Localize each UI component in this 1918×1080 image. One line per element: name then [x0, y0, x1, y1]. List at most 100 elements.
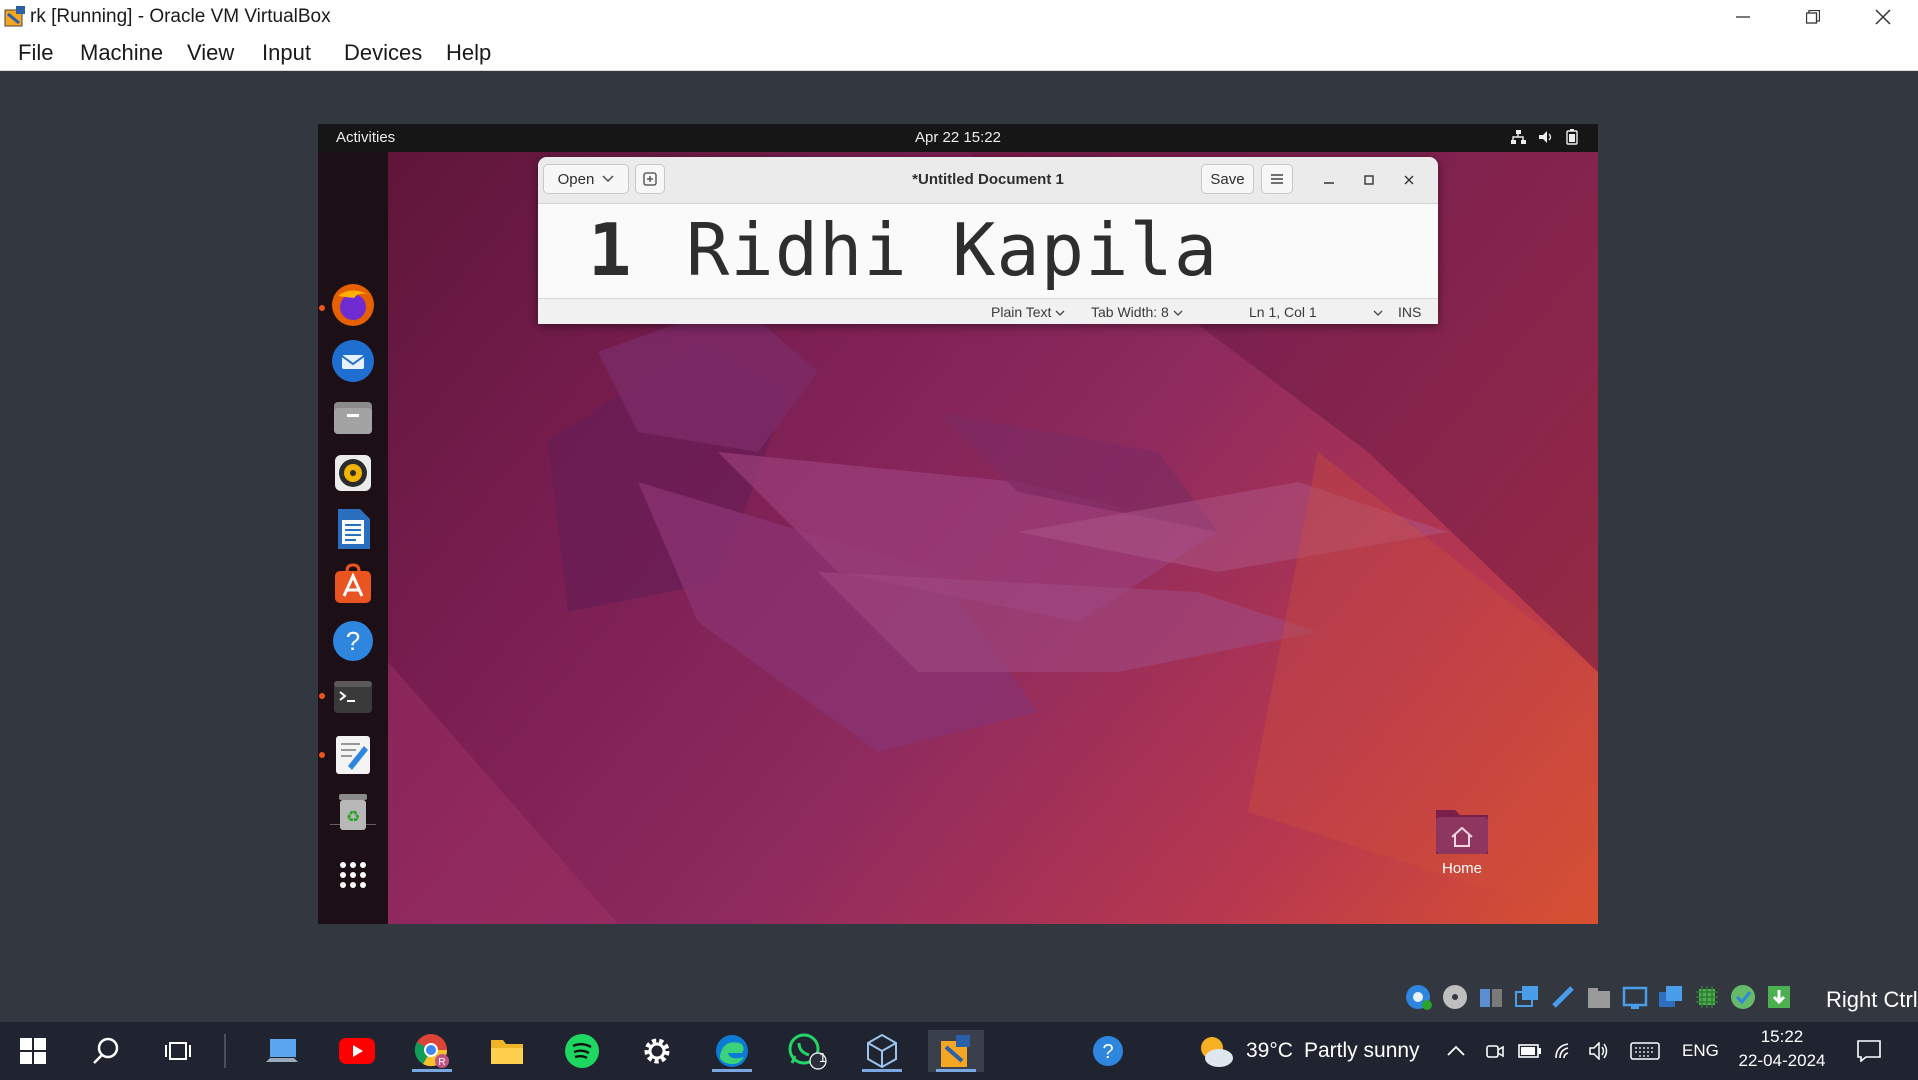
menu-input[interactable]: Input: [262, 40, 311, 66]
save-label: Save: [1210, 170, 1245, 188]
trash-icon: ♻: [339, 794, 367, 830]
show-hidden-icons-button[interactable]: [1440, 1030, 1472, 1072]
dock-rhythmbox[interactable]: [326, 446, 380, 500]
search-button[interactable]: [78, 1030, 134, 1072]
editor-minimize-button[interactable]: [1316, 167, 1342, 193]
close-window-button[interactable]: [1848, 0, 1918, 33]
cursor-position-selector[interactable]: Ln 1, Col 1: [1249, 304, 1383, 320]
weather-condition[interactable]: Partly sunny: [1304, 1039, 1420, 1063]
display-icon[interactable]: [1621, 983, 1649, 1011]
taskbar-whatsapp[interactable]: 1: [779, 1030, 835, 1072]
chevron-down-icon: [1055, 310, 1065, 316]
main-menu-button[interactable]: [1261, 164, 1293, 194]
dock-libreoffice-writer[interactable]: [326, 502, 380, 556]
dock-text-editor[interactable]: [326, 728, 380, 782]
audio-icon[interactable]: [1477, 983, 1505, 1011]
taskbar-chrome[interactable]: R: [404, 1030, 460, 1072]
taskbar-virtualbox-vm[interactable]: [928, 1030, 984, 1072]
dock-app-center[interactable]: [326, 558, 380, 612]
dock-files[interactable]: [326, 390, 380, 444]
action-center-button[interactable]: [1846, 1030, 1892, 1072]
active-indicator: [862, 1069, 902, 1072]
menu-file[interactable]: File: [18, 40, 53, 66]
virtualbox-vm-icon: [941, 1035, 970, 1067]
network-adapter-icon[interactable]: [1513, 983, 1541, 1011]
minimize-button[interactable]: [1708, 0, 1778, 33]
menu-view[interactable]: View: [187, 40, 234, 66]
chevron-down-icon: [1173, 310, 1183, 316]
svg-text:?: ?: [346, 626, 360, 656]
menu-devices[interactable]: Devices: [344, 40, 422, 66]
editor-status-bar: Plain Text Tab Width: 8 Ln 1, Col 1 INS: [538, 298, 1438, 324]
taskbar-virtualbox-manager[interactable]: [854, 1030, 910, 1072]
home-label: Home: [1441, 860, 1482, 877]
editor-close-button[interactable]: [1396, 167, 1422, 193]
taskbar-edge[interactable]: [704, 1030, 760, 1072]
home-folder-icon: [1436, 810, 1488, 854]
desktop-home-icon[interactable]: Home: [1423, 804, 1501, 877]
taskbar-settings[interactable]: [629, 1030, 685, 1072]
dock-terminal[interactable]: [326, 670, 380, 724]
mouse-integration-icon[interactable]: [1765, 983, 1793, 1011]
editor-text-area[interactable]: 1 Ridhi Kapila: [538, 204, 1438, 298]
taskbar-get-help[interactable]: ?: [1080, 1030, 1136, 1072]
hard-disk-icon[interactable]: [1405, 983, 1433, 1011]
usb-icon[interactable]: [1549, 983, 1577, 1011]
shared-folders-icon[interactable]: [1585, 983, 1613, 1011]
guest-system-tray[interactable]: [1510, 129, 1578, 145]
task-view-button[interactable]: [150, 1030, 206, 1072]
file-explorer-icon: [491, 1040, 523, 1064]
taskbar-youtube[interactable]: [329, 1030, 385, 1072]
host-key-label[interactable]: Right Ctrl: [1826, 987, 1918, 1013]
dock-trash[interactable]: ♻: [326, 784, 380, 838]
taskbar-file-explorer[interactable]: [479, 1030, 535, 1072]
taskbar-spotify[interactable]: [554, 1030, 610, 1072]
dock-help[interactable]: ?: [326, 614, 380, 668]
weather-widget-icon-wrap[interactable]: [1196, 1032, 1236, 1072]
guest-screen[interactable]: Activities Apr 22 15:22 ? ♻ Open *Untitl…: [318, 124, 1598, 924]
close-icon: [1404, 175, 1414, 185]
start-button[interactable]: [5, 1030, 61, 1072]
language-selector[interactable]: Plain Text: [991, 304, 1065, 320]
spotify-icon: [565, 1034, 599, 1068]
tray-touch-keyboard[interactable]: [1625, 1030, 1665, 1072]
tray-wifi[interactable]: [1550, 1030, 1580, 1072]
menu-help[interactable]: Help: [446, 40, 491, 66]
tray-battery[interactable]: [1515, 1030, 1545, 1072]
taskbar-date: 22-04-2024: [1738, 1051, 1826, 1070]
save-button[interactable]: Save: [1201, 164, 1254, 194]
tray-volume[interactable]: [1585, 1030, 1615, 1072]
dock-firefox[interactable]: [326, 278, 380, 332]
tray-meet-now[interactable]: [1480, 1030, 1510, 1072]
dock-thunderbird[interactable]: [326, 334, 380, 388]
document-content[interactable]: Ridhi Kapila: [686, 208, 1218, 292]
partly-sunny-icon: [1201, 1037, 1233, 1067]
wifi-icon: [1555, 1043, 1569, 1059]
line-number: 1: [588, 208, 632, 292]
camera-icon: [1486, 1045, 1504, 1058]
taskbar-divider: [224, 1034, 226, 1068]
tab-width-selector[interactable]: Tab Width: 8: [1091, 304, 1183, 320]
editor-maximize-button[interactable]: [1356, 167, 1382, 193]
taskbar-this-pc[interactable]: [254, 1030, 310, 1072]
guest-clock[interactable]: Apr 22 15:22: [318, 129, 1598, 146]
virtualbox-cube-icon: [867, 1033, 897, 1069]
running-indicator: [319, 693, 325, 699]
cpu-icon[interactable]: [1693, 983, 1721, 1011]
recording-icon[interactable]: [1657, 983, 1685, 1011]
insert-mode-indicator[interactable]: INS: [1398, 304, 1421, 320]
dock-show-apps[interactable]: [326, 848, 380, 902]
speaker-icon: [1589, 1042, 1608, 1060]
guest-additions-icon[interactable]: [1729, 983, 1757, 1011]
active-indicator: [412, 1069, 452, 1072]
menu-machine[interactable]: Machine: [80, 40, 163, 66]
svg-text:?: ?: [1102, 1041, 1113, 1063]
weather-temperature[interactable]: 39°C: [1246, 1039, 1293, 1063]
language-indicator[interactable]: ENG: [1682, 1041, 1719, 1061]
rhythmbox-icon: [335, 455, 371, 491]
libreoffice-writer-icon: [338, 509, 370, 549]
restore-button[interactable]: [1778, 0, 1848, 33]
svg-text:R: R: [438, 1057, 445, 1068]
taskbar-clock[interactable]: 15:22 22-04-2024: [1732, 1027, 1832, 1071]
optical-disk-icon[interactable]: [1441, 983, 1469, 1011]
